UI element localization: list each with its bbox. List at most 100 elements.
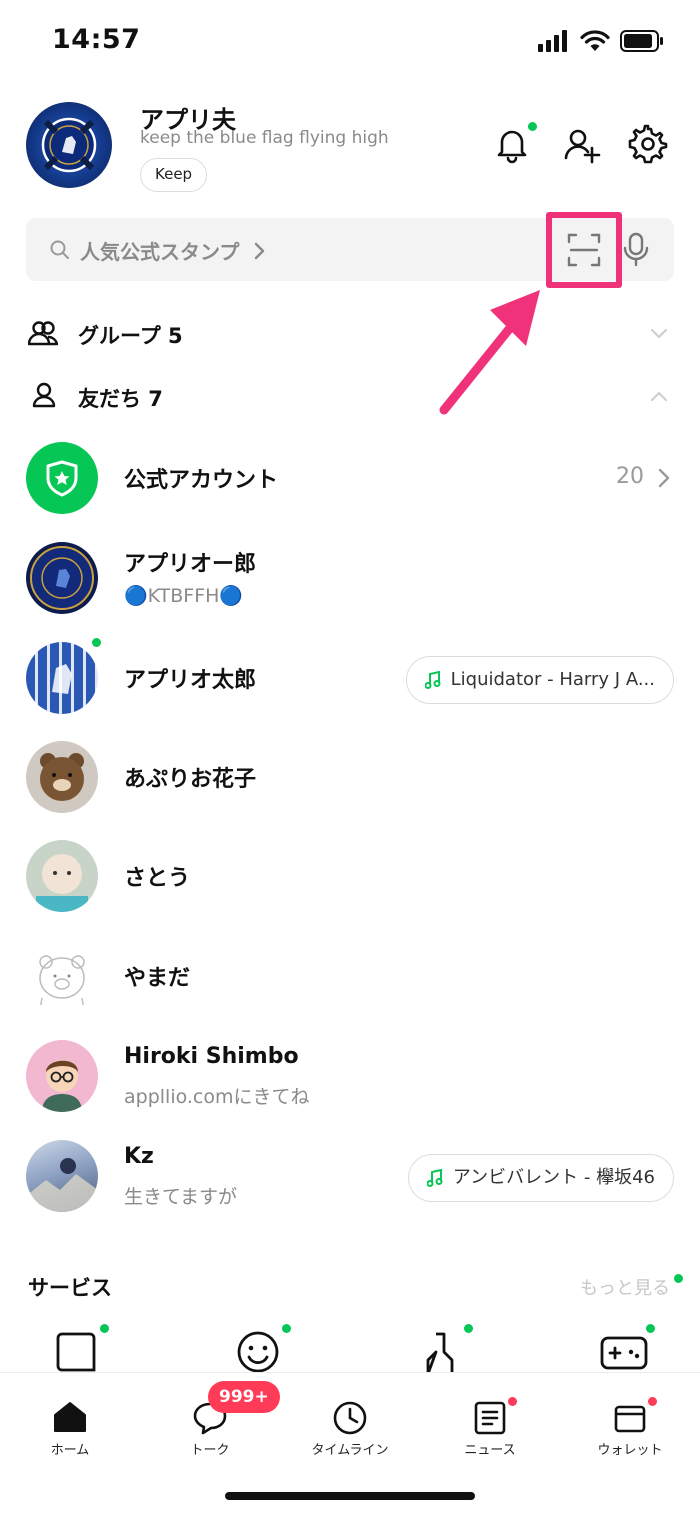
profile-header[interactable]: アプリ夫 keep the blue flag flying high Keep	[26, 100, 676, 196]
friend-status-message: 生きてますが	[124, 1186, 238, 1208]
wallet-icon	[614, 1405, 646, 1433]
friend-name: Kz	[124, 1144, 154, 1169]
bear-avatar-icon	[40, 753, 84, 801]
status-icons	[538, 30, 664, 52]
chevron-down-icon[interactable]	[650, 328, 668, 339]
services-title: サービス	[28, 1276, 112, 1300]
add-friend-button[interactable]	[562, 124, 602, 164]
profile-avatar[interactable]	[26, 102, 112, 188]
official-account-row[interactable]: 公式アカウント 20	[26, 442, 674, 516]
friend-row[interactable]: さとう	[26, 840, 674, 914]
keep-button[interactable]: Keep	[140, 158, 208, 192]
tab-wallet[interactable]: ウォレット	[560, 1387, 700, 1458]
service-item[interactable]	[54, 1324, 109, 1374]
home-indicator[interactable]	[225, 1492, 475, 1500]
friend-row[interactable]: あぷりお花子	[26, 741, 674, 815]
groups-section-header[interactable]: グループ 5	[26, 312, 674, 356]
chelsea-lion-icon	[52, 664, 72, 694]
chevron-right-icon	[254, 242, 265, 260]
tab-timeline-label: タイムライン	[311, 1443, 389, 1458]
official-account-label: 公式アカウント	[124, 468, 279, 493]
friend-name: やまだ	[124, 966, 191, 991]
smiley-icon	[237, 1331, 279, 1373]
settings-button[interactable]	[628, 124, 668, 164]
friend-name: アプリオ太郎	[124, 668, 257, 693]
microphone-icon	[623, 232, 649, 267]
service-item[interactable]	[418, 1324, 473, 1376]
service-dot	[464, 1324, 473, 1333]
friend-row[interactable]: やまだ	[26, 940, 674, 1014]
brush-icon	[426, 1332, 454, 1376]
notification-dot	[528, 122, 537, 131]
friend-avatar[interactable]	[26, 741, 98, 813]
notifications-button[interactable]	[492, 122, 537, 164]
friend-name: さとう	[124, 866, 191, 891]
music-note-icon	[426, 1169, 443, 1187]
music-note-icon	[424, 671, 441, 689]
groups-section-label: グループ 5	[78, 324, 183, 348]
music-title: Liquidator - Harry J A...	[450, 669, 655, 690]
service-dot	[282, 1324, 291, 1333]
friend-name: アプリオー郎	[124, 552, 257, 577]
tab-wallet-label: ウォレット	[597, 1443, 663, 1458]
service-dot	[100, 1324, 109, 1333]
shield-star-icon	[46, 460, 78, 497]
online-dot	[92, 638, 101, 647]
official-account-count: 20	[616, 464, 644, 489]
friend-avatar[interactable]	[26, 642, 98, 714]
speech-bubble-icon	[56, 1332, 96, 1372]
friend-avatar[interactable]	[26, 840, 98, 912]
services-more-link[interactable]: もっと見る	[580, 1274, 670, 1300]
default-bear-avatar-icon	[39, 955, 85, 1011]
friend-avatar[interactable]	[26, 542, 98, 614]
service-item[interactable]	[236, 1324, 291, 1374]
tab-talk-label: トーク	[190, 1443, 230, 1458]
qr-highlight-box	[546, 212, 622, 288]
bell-icon	[497, 130, 527, 164]
friend-status-message: 🔵KTBFFH🔵	[124, 585, 244, 607]
tab-home[interactable]: ホーム	[0, 1387, 140, 1458]
voice-search-button[interactable]	[622, 232, 650, 268]
friend-row[interactable]: Hiroki Shimbo appllio.comにきてね	[26, 1040, 674, 1114]
status-time: 14:57	[52, 24, 141, 55]
service-item[interactable]	[600, 1324, 655, 1374]
music-title: アンビバレント - 欅坂46	[452, 1167, 655, 1188]
game-controller-icon	[600, 1336, 648, 1370]
friend-row[interactable]: アプリオ太郎 Liquidator - Harry J A...	[26, 638, 674, 716]
profile-status-message: keep the blue flag flying high	[140, 128, 389, 148]
clock-icon	[333, 1401, 367, 1435]
friend-music-pill[interactable]: Liquidator - Harry J A...	[405, 656, 674, 704]
friend-music-pill[interactable]: アンビバレント - 欅坂46	[407, 1154, 674, 1202]
news-dot	[508, 1397, 517, 1406]
tab-news[interactable]: ニュース	[420, 1387, 560, 1458]
friend-avatar[interactable]	[26, 940, 98, 1012]
services-more-dot	[674, 1274, 683, 1283]
tab-news-label: ニュース	[464, 1443, 516, 1458]
friend-name: Hiroki Shimbo	[124, 1044, 299, 1069]
wifi-icon	[580, 30, 610, 51]
person-illustration-icon	[42, 1060, 82, 1112]
friend-name: あぷりお花子	[124, 767, 257, 792]
friend-icon	[32, 382, 56, 408]
chevron-up-icon[interactable]	[650, 391, 668, 402]
friend-row[interactable]: アプリオー郎 🔵KTBFFH🔵	[26, 542, 674, 616]
tab-timeline[interactable]: タイムライン	[280, 1387, 420, 1458]
chelsea-crest-icon	[30, 546, 94, 610]
chelsea-crest-icon	[41, 117, 97, 173]
friends-section-header[interactable]: 友だち 7	[26, 375, 674, 419]
add-friend-icon	[564, 129, 601, 164]
wallet-dot	[648, 1397, 657, 1406]
home-icon	[54, 1402, 86, 1432]
friend-row[interactable]: Kz 生きてますが アンビバレント - 欅坂46	[26, 1140, 674, 1214]
friend-avatar[interactable]	[26, 1040, 98, 1112]
battery-icon	[620, 30, 663, 52]
tab-home-label: ホーム	[50, 1443, 90, 1458]
friend-avatar[interactable]	[26, 1140, 98, 1212]
status-bar: 14:57	[0, 0, 700, 84]
search-icon	[50, 240, 69, 259]
search-placeholder[interactable]: 人気公式スタンプ	[80, 236, 239, 265]
gear-icon	[628, 124, 668, 164]
friend-status-message: appllio.comにきてね	[124, 1086, 310, 1108]
friends-section-label: 友だち 7	[78, 387, 163, 411]
group-icon	[28, 321, 58, 346]
